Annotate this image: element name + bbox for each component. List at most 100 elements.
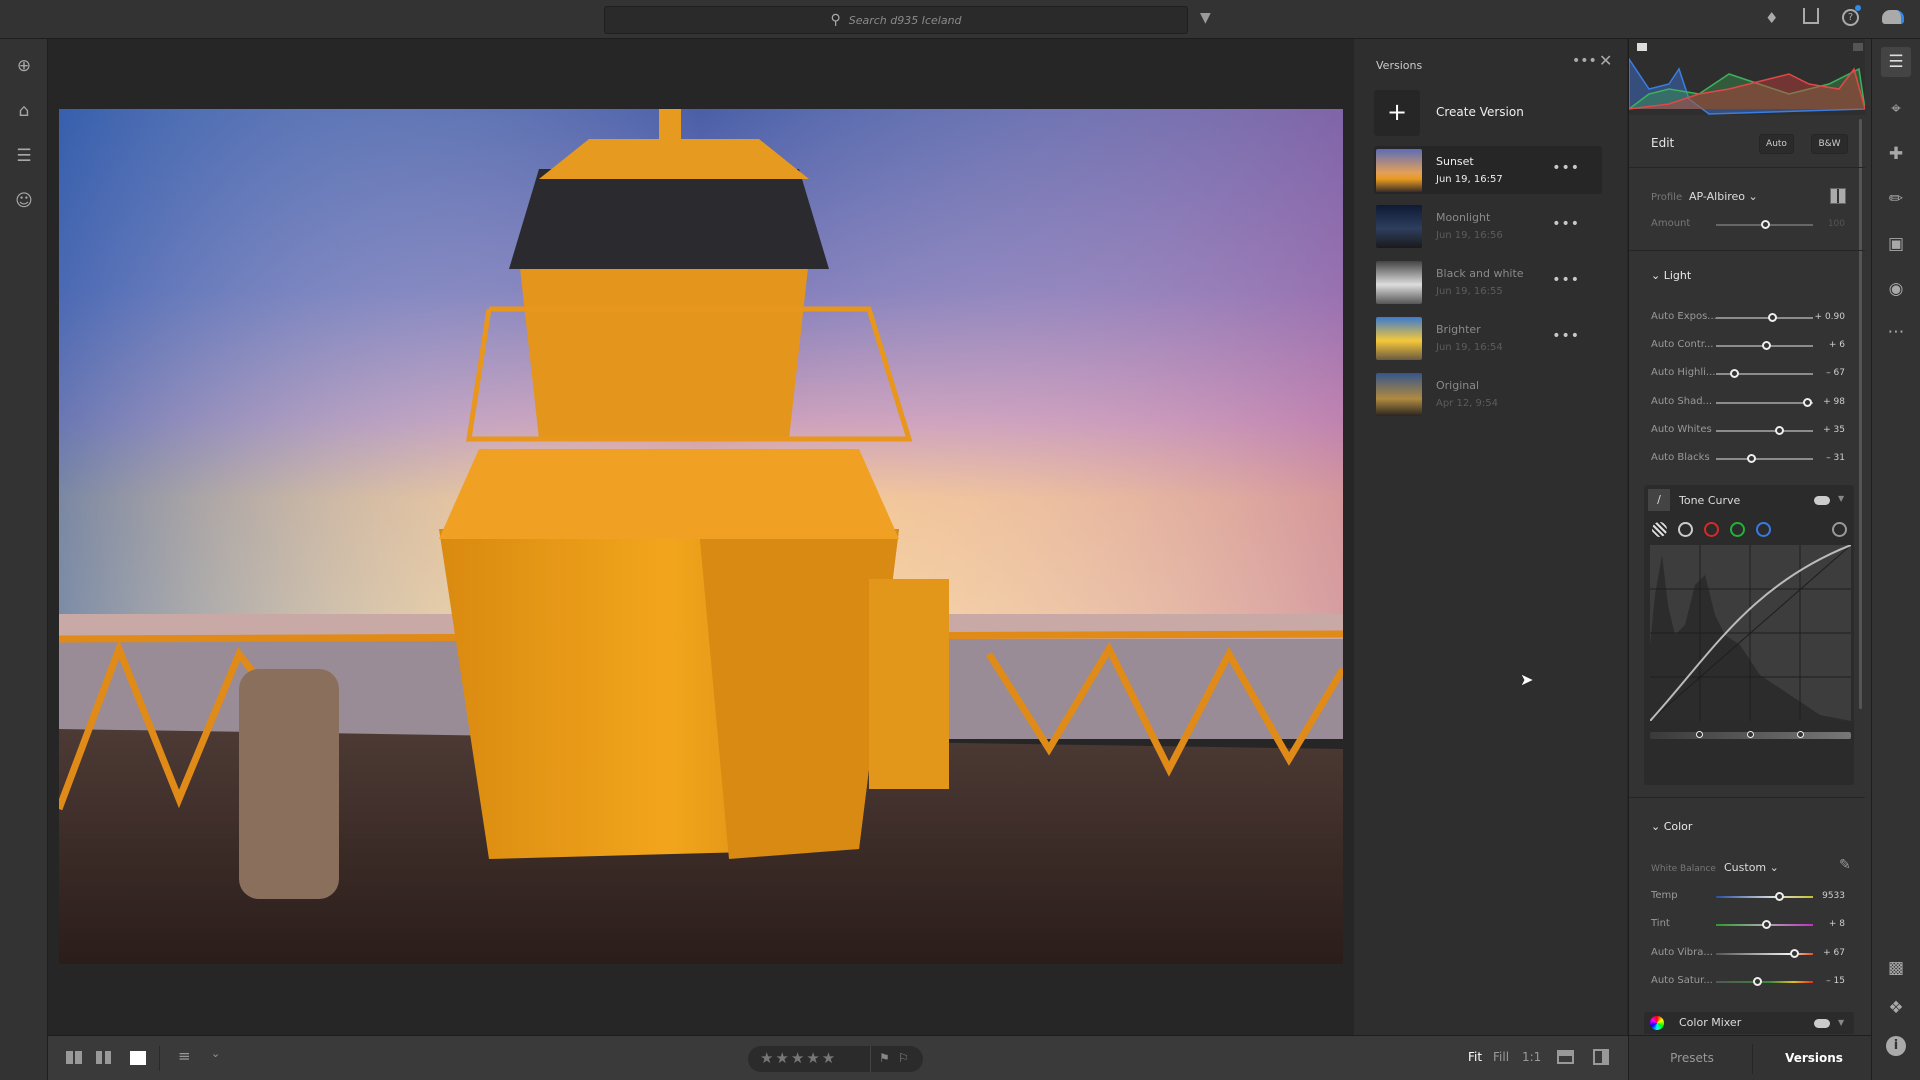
targeted-adjustment-icon[interactable] <box>1832 522 1847 537</box>
slider-track[interactable] <box>1716 313 1813 322</box>
slider-track[interactable] <box>1716 920 1813 930</box>
tone-range-slider[interactable] <box>1650 731 1851 739</box>
flag-pick-icon[interactable]: ⚑ <box>879 1051 890 1065</box>
slider-track[interactable] <box>1716 976 1813 986</box>
create-version-button[interactable]: + Create Version <box>1374 90 1604 136</box>
filter-icon[interactable]: ▼ <box>1200 10 1211 26</box>
edit-scrollbar[interactable] <box>1859 119 1862 709</box>
tab-presets[interactable]: Presets <box>1637 1051 1747 1065</box>
chevron-down-icon[interactable]: ▼ <box>1838 494 1844 503</box>
green-channel-icon[interactable] <box>1730 522 1745 537</box>
linear-gradient-icon[interactable]: ▣ <box>1884 232 1908 256</box>
slider-thumb[interactable] <box>1803 397 1813 407</box>
zoom-fill-button[interactable]: Fill <box>1493 1050 1509 1064</box>
help-icon[interactable]: ? <box>1842 9 1859 26</box>
version-more-icon[interactable]: ••• <box>1552 272 1580 288</box>
slider-thumb[interactable] <box>1760 220 1770 229</box>
white-balance-dropdown[interactable]: Custom ⌄ <box>1724 861 1779 874</box>
zoom-1to1-button[interactable]: 1:1 <box>1522 1050 1541 1064</box>
color-mixer-toggle[interactable] <box>1814 1019 1830 1028</box>
close-icon[interactable]: ✕ <box>1599 51 1612 70</box>
slider-track[interactable] <box>1716 369 1813 379</box>
version-more-icon[interactable]: ••• <box>1552 328 1580 344</box>
bw-button[interactable]: B&W <box>1811 134 1848 154</box>
color-mixer-header[interactable]: Color Mixer ▼ <box>1644 1012 1854 1034</box>
slider-thumb[interactable] <box>1762 920 1772 930</box>
version-item[interactable]: Black and white Jun 19, 16:55 ••• <box>1374 258 1602 306</box>
slider-thumb[interactable] <box>1796 731 1804 738</box>
divider <box>159 1046 160 1071</box>
profile-browser-icon[interactable] <box>1830 188 1846 204</box>
slider-thumb[interactable] <box>1746 731 1754 738</box>
profile-dropdown[interactable]: AP-Albireo ⌄ <box>1689 190 1758 203</box>
cloud-sync-icon[interactable] <box>1882 10 1904 24</box>
more-icon[interactable]: ⋯ <box>1884 320 1908 344</box>
crop-icon[interactable]: ⌖ <box>1884 97 1908 121</box>
slider-thumb[interactable] <box>1775 425 1785 435</box>
edit-sliders-icon[interactable]: ☰ <box>1881 47 1911 77</box>
rgb-channel-icon[interactable] <box>1678 522 1693 537</box>
slider-thumb[interactable] <box>1696 731 1704 738</box>
brush-icon[interactable]: ✏ <box>1884 187 1908 211</box>
slider-track[interactable] <box>1716 397 1813 407</box>
blue-channel-icon[interactable] <box>1756 522 1771 537</box>
light-title: Light <box>1663 269 1692 282</box>
version-more-icon[interactable]: ••• <box>1552 160 1580 176</box>
compare-icon[interactable] <box>1593 1049 1609 1065</box>
slider-thumb[interactable] <box>1789 948 1799 958</box>
amount-slider[interactable] <box>1716 220 1813 229</box>
slider-track[interactable] <box>1716 892 1813 901</box>
color-section-header[interactable]: ⌄ Color <box>1651 820 1692 833</box>
slider-thumb[interactable] <box>1768 313 1778 322</box>
slider-thumb[interactable] <box>1730 369 1740 379</box>
zoom-fit-button[interactable]: Fit <box>1468 1050 1482 1064</box>
tab-versions[interactable]: Versions <box>1759 1051 1869 1065</box>
light-section-header[interactable]: ⌄ Light <box>1651 269 1691 282</box>
library-icon[interactable]: ☰ <box>12 144 36 168</box>
auto-button[interactable]: Auto <box>1759 134 1794 154</box>
photo-grid-icon[interactable] <box>96 1051 111 1064</box>
lighthouse-photo[interactable] <box>59 109 1343 964</box>
flag-reject-icon[interactable]: ⚐ <box>898 1051 909 1065</box>
add-photos-icon[interactable]: ⊕ <box>12 54 36 78</box>
slider-track[interactable] <box>1716 341 1813 351</box>
clipping-highlights-icon[interactable] <box>1853 43 1863 51</box>
star-rating[interactable]: ★★★★★ <box>760 1049 837 1067</box>
people-icon[interactable]: ☺ <box>12 189 36 213</box>
chevron-down-icon[interactable]: ⌄ <box>211 1047 220 1060</box>
slider-track[interactable] <box>1716 454 1813 463</box>
tone-curve-graph[interactable] <box>1650 545 1851 721</box>
eyedropper-icon[interactable]: ✎ <box>1839 857 1851 873</box>
red-channel-icon[interactable] <box>1704 522 1719 537</box>
version-item[interactable]: Sunset Jun 19, 16:57 ••• <box>1374 146 1602 194</box>
search-input[interactable]: ⚲ Search d935 Iceland <box>604 6 1188 34</box>
version-item[interactable]: Moonlight Jun 19, 16:56 ••• <box>1374 202 1602 250</box>
version-more-icon[interactable]: ••• <box>1552 216 1580 232</box>
slider-track[interactable] <box>1716 948 1813 958</box>
bell-icon[interactable]: ♦ <box>1765 9 1778 27</box>
radial-gradient-icon[interactable]: ◉ <box>1884 277 1908 301</box>
tone-curve-toggle[interactable] <box>1814 496 1830 505</box>
info-icon[interactable]: i <box>1886 1036 1906 1056</box>
version-item[interactable]: Brighter Jun 19, 16:54 ••• <box>1374 314 1602 362</box>
chevron-down-icon[interactable]: ▼ <box>1838 1018 1844 1027</box>
slider-thumb[interactable] <box>1762 341 1772 351</box>
sort-icon[interactable]: ≡ <box>178 1047 191 1065</box>
filmstrip-icon[interactable] <box>1557 1050 1574 1064</box>
versions-more-icon[interactable]: ••• <box>1572 53 1597 69</box>
chevron-down-icon: ⌄ <box>1651 269 1661 282</box>
healing-icon[interactable]: ✚ <box>1884 142 1908 166</box>
slider-thumb[interactable] <box>1746 454 1756 463</box>
slider-track[interactable] <box>1716 425 1813 435</box>
parametric-curve-icon[interactable] <box>1652 522 1667 537</box>
clipping-shadows-icon[interactable] <box>1637 43 1647 51</box>
share-icon[interactable] <box>1803 8 1819 24</box>
slider-thumb[interactable] <box>1752 976 1762 986</box>
tag-icon[interactable]: ❖ <box>1884 996 1908 1020</box>
version-item[interactable]: Original Apr 12, 9:54 <box>1374 370 1602 418</box>
slider-thumb[interactable] <box>1775 892 1785 901</box>
square-grid-icon[interactable] <box>66 1051 83 1064</box>
home-icon[interactable]: ⌂ <box>12 99 36 123</box>
detail-view-icon[interactable] <box>130 1051 146 1065</box>
comment-icon[interactable]: ▩ <box>1884 956 1908 980</box>
